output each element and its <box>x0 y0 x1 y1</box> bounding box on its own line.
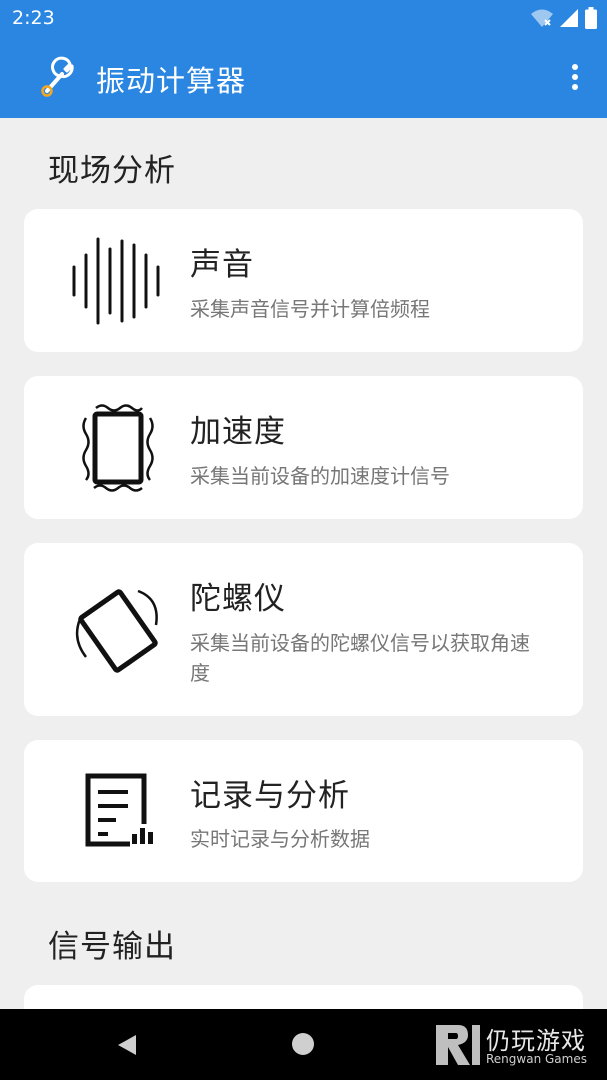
watermark-logo-icon <box>436 1025 480 1065</box>
card-title: 记录与分析 <box>190 778 350 814</box>
watermark-chinese: 仍玩游戏 <box>486 1027 586 1055</box>
navigation-bar: 仍玩游戏 Rengwan Games <box>0 1009 607 1080</box>
status-bar: 2:23 <box>0 0 607 36</box>
wifi-icon <box>531 9 553 27</box>
card-description: 采集声音信号并计算倍频程 <box>190 297 430 321</box>
watermark-english: Rengwan Games <box>486 1052 587 1066</box>
card-title: 陀螺仪 <box>190 581 286 617</box>
menu-dot <box>572 74 578 80</box>
card-gyroscope[interactable]: 陀螺仪 采集当前设备的陀螺仪信号以获取角速度 <box>24 543 583 716</box>
wrench-icon <box>41 56 74 97</box>
card-record-analysis[interactable]: 记录与分析 实时记录与分析数据 <box>24 740 583 882</box>
card-title: 声音 <box>190 247 254 283</box>
sound-wave-icon <box>72 237 160 325</box>
overflow-menu-button[interactable] <box>563 60 587 94</box>
cell-signal-icon <box>560 9 578 27</box>
app-bar: 振动计算器 <box>0 36 607 118</box>
card-title: 加速度 <box>190 414 286 450</box>
document-chart-icon <box>85 773 153 847</box>
card-description: 实时记录与分析数据 <box>190 827 370 851</box>
section-title-field-analysis: 现场分析 <box>48 153 176 189</box>
rotating-phone-icon <box>75 589 158 673</box>
card-sound[interactable]: 声音 采集声音信号并计算倍频程 <box>24 209 583 352</box>
card-acceleration[interactable]: 加速度 采集当前设备的加速度计信号 <box>24 376 583 519</box>
section-title-signal-output: 信号输出 <box>48 929 176 965</box>
back-icon[interactable] <box>116 1033 138 1057</box>
menu-dot <box>572 64 578 70</box>
home-button[interactable] <box>292 1033 314 1055</box>
card-description: 采集当前设备的陀螺仪信号以获取角速度 <box>190 631 530 685</box>
status-time: 2:23 <box>12 7 55 29</box>
battery-icon <box>585 7 597 29</box>
app-title: 振动计算器 <box>96 64 247 98</box>
watermark: 仍玩游戏 Rengwan Games <box>430 1017 600 1073</box>
status-icons <box>531 7 597 29</box>
vibrating-phone-icon <box>82 404 154 492</box>
card-description: 采集当前设备的加速度计信号 <box>190 464 450 488</box>
menu-dot <box>572 84 578 90</box>
